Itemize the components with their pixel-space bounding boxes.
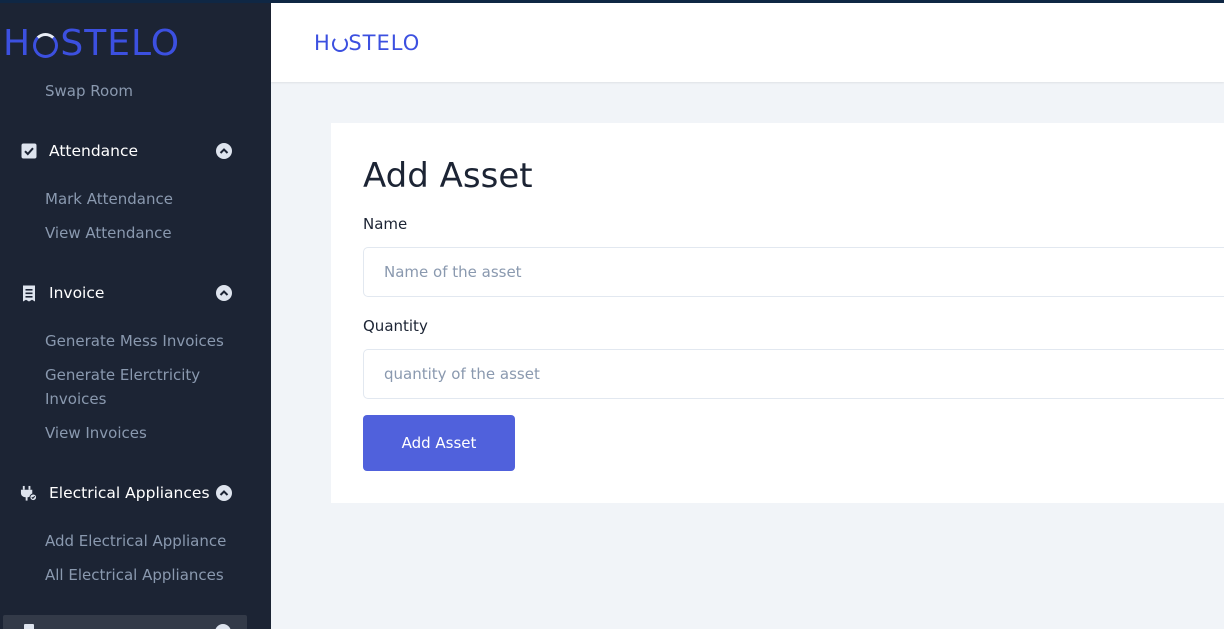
- add-asset-button[interactable]: Add Asset: [363, 415, 515, 471]
- sidebar-group-label: Invoice: [49, 284, 105, 302]
- asset-quantity-input[interactable]: [363, 349, 1224, 399]
- logo-ring-o: O: [331, 29, 349, 57]
- asset-name-input[interactable]: [363, 247, 1224, 297]
- sidebar-group-electrical-appliances[interactable]: Electrical Appliances: [20, 479, 232, 507]
- sidebar-item-view-invoices[interactable]: View Invoices: [45, 421, 147, 445]
- quantity-label: Quantity: [363, 317, 428, 335]
- page-title: Add Asset: [363, 156, 533, 196]
- sidebar-item-generate-electricity-invoices-line2[interactable]: Invoices: [45, 387, 106, 411]
- sidebar-logo[interactable]: HOSTELO: [3, 22, 180, 66]
- top-border: [0, 0, 1224, 3]
- logo-text-start: H: [3, 23, 32, 64]
- chevron-up-icon[interactable]: [216, 143, 232, 159]
- header-logo[interactable]: HOSTELO: [314, 29, 420, 57]
- sidebar-group-attendance[interactable]: Attendance: [20, 137, 232, 165]
- receipt-icon: [20, 285, 37, 302]
- check-square-icon: [20, 143, 37, 160]
- sidebar-item-generate-mess-invoices[interactable]: Generate Mess Invoices: [45, 329, 224, 353]
- sidebar-item-view-attendance[interactable]: View Attendance: [45, 221, 172, 245]
- chevron-up-icon[interactable]: [215, 624, 231, 629]
- sidebar-item-generate-electricity-invoices[interactable]: Generate Elerctricity: [45, 363, 200, 387]
- logo-ring-icon: [33, 33, 59, 58]
- sidebar-item-all-electrical-appliances[interactable]: All Electrical Appliances: [45, 563, 224, 587]
- sidebar-group-active[interactable]: [3, 615, 247, 629]
- sidebar-item-swap-room[interactable]: Swap Room: [45, 79, 133, 103]
- logo-text-end: STELO: [348, 31, 421, 55]
- logo-ring-o: O: [31, 22, 60, 66]
- logo-ring-icon: [331, 36, 348, 52]
- logo-text-start: H: [314, 31, 331, 55]
- top-header: HOSTELO: [271, 3, 1224, 82]
- sidebar-item-icon: [24, 624, 34, 629]
- name-label: Name: [363, 215, 408, 233]
- chevron-up-icon[interactable]: [216, 285, 232, 301]
- sidebar-group-label: Attendance: [49, 142, 139, 160]
- sidebar-group-invoice[interactable]: Invoice: [20, 279, 232, 307]
- chevron-up-icon[interactable]: [216, 485, 232, 501]
- sidebar-group-label: Electrical Appliances: [49, 484, 210, 502]
- plug-icon: [20, 485, 37, 502]
- logo-text-end: STELO: [60, 23, 181, 64]
- sidebar-item-add-electrical-appliance[interactable]: Add Electrical Appliance: [45, 529, 226, 553]
- sidebar-item-mark-attendance[interactable]: Mark Attendance: [45, 187, 173, 211]
- add-asset-card: Add Asset Name Quantity Add Asset: [331, 123, 1224, 503]
- sidebar: HOSTELO Swap Room Attendance Mark Attend…: [0, 0, 271, 629]
